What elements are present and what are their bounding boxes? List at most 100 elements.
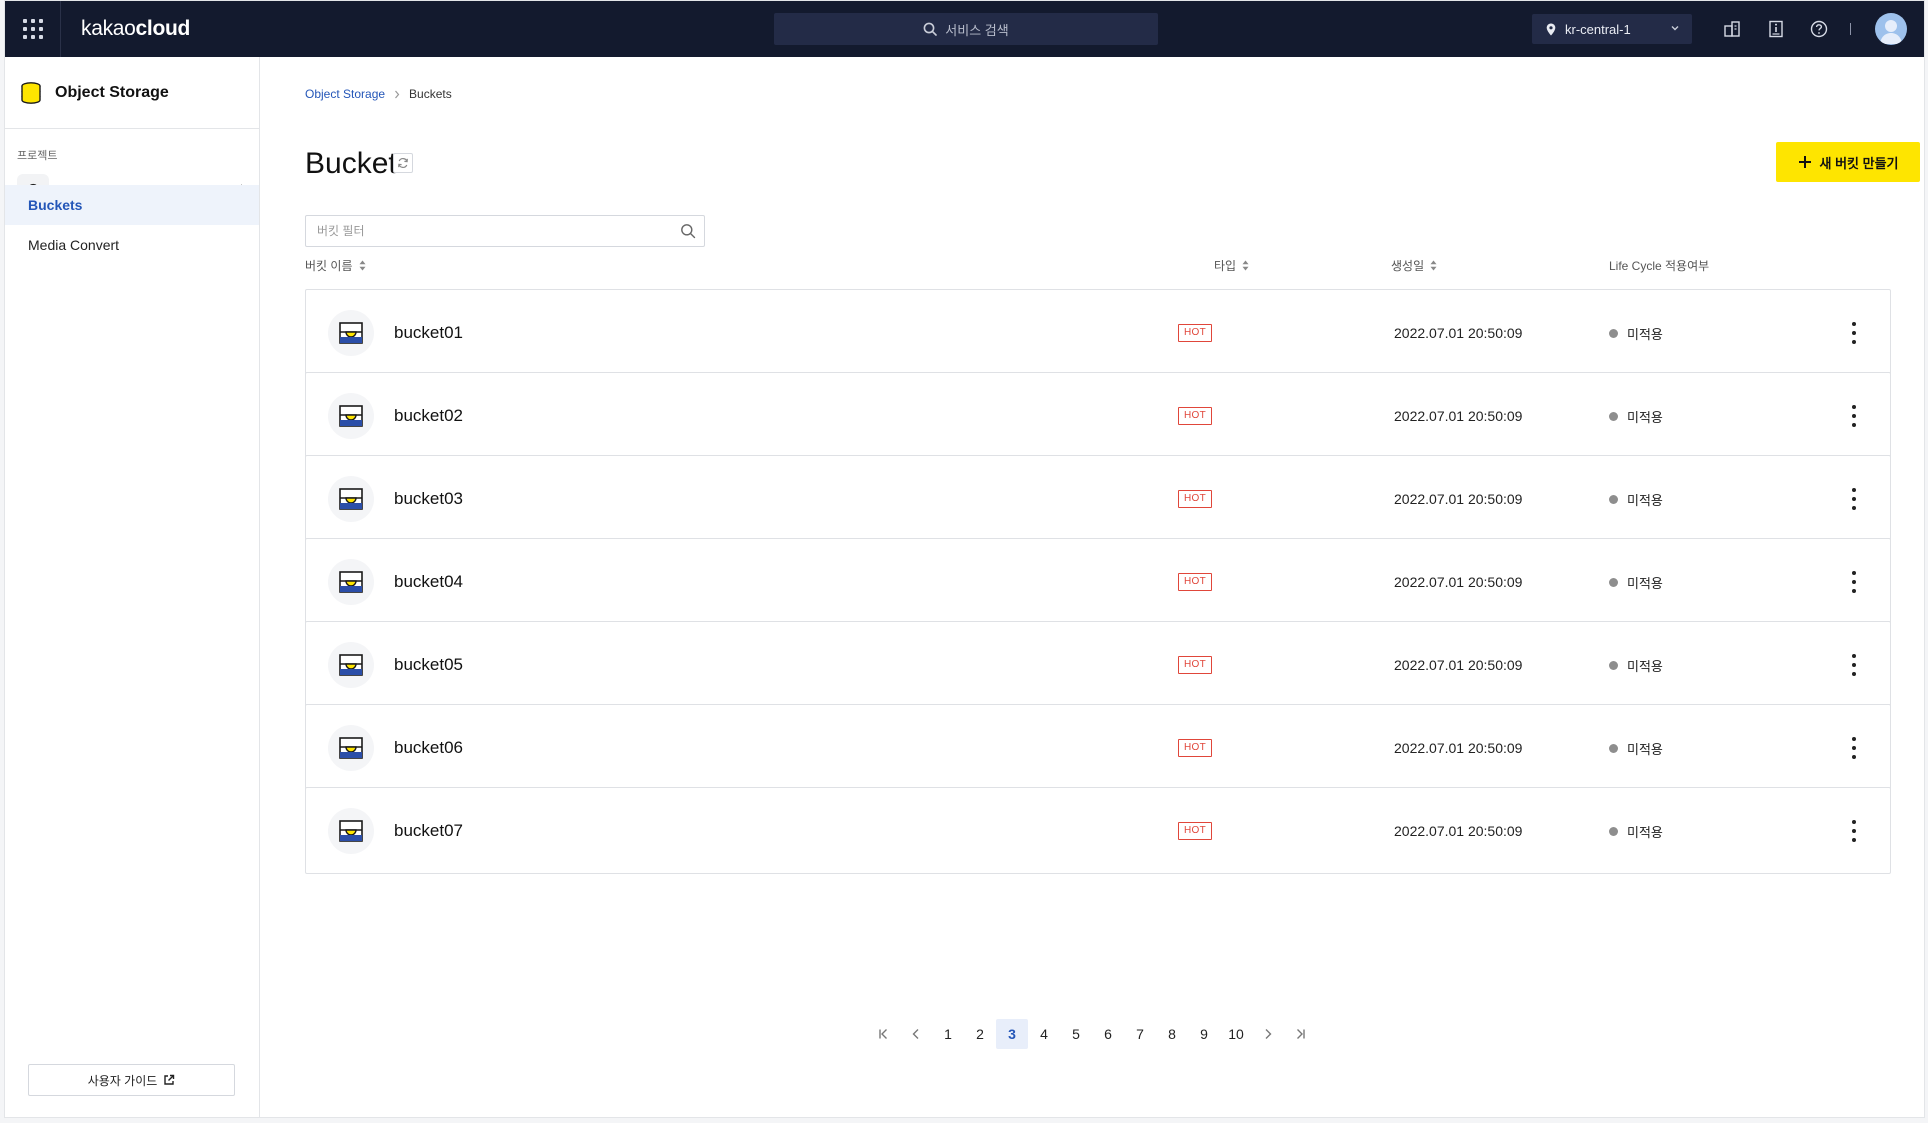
sidebar-item-media-convert[interactable]: Media Convert — [5, 225, 259, 265]
pagination: 1 2 3 4 5 6 7 8 9 10 — [868, 1019, 1316, 1049]
page-8[interactable]: 8 — [1156, 1019, 1188, 1049]
lifecycle-status: 미적용 — [1609, 656, 1663, 675]
column-header-created[interactable]: 생성일 — [1391, 257, 1437, 274]
more-options-icon[interactable] — [1842, 735, 1866, 761]
bucket-icon — [328, 393, 374, 439]
page-3-current[interactable]: 3 — [996, 1019, 1028, 1049]
apps-grid-button[interactable] — [5, 1, 61, 57]
table-row[interactable]: bucket06 HOT 2022.07.01 20:50:09 미적용 — [305, 704, 1891, 791]
status-dot — [1609, 329, 1618, 338]
avatar[interactable] — [1875, 13, 1907, 45]
new-bucket-button[interactable]: 새 버킷 만들기 — [1776, 142, 1920, 182]
brand-logo-bold: cloud — [135, 17, 191, 40]
brand-logo-light: kakao — [81, 17, 136, 40]
bucket-name[interactable]: bucket07 — [394, 821, 463, 841]
page-6[interactable]: 6 — [1092, 1019, 1124, 1049]
more-options-icon[interactable] — [1842, 818, 1866, 844]
bucket-filter — [305, 215, 705, 247]
bucket-name[interactable]: bucket02 — [394, 406, 463, 426]
page-4[interactable]: 4 — [1028, 1019, 1060, 1049]
bucket-name[interactable]: bucket04 — [394, 572, 463, 592]
column-header-name[interactable]: 버킷 이름 — [305, 257, 366, 274]
type-badge: HOT — [1178, 822, 1213, 840]
search-icon[interactable] — [680, 223, 696, 239]
column-header-type-label: 타입 — [1214, 259, 1237, 273]
column-header-type[interactable]: 타입 — [1214, 257, 1249, 274]
lifecycle-label: 미적용 — [1627, 742, 1663, 757]
created-date: 2022.07.01 20:50:09 — [1394, 657, 1523, 673]
more-options-icon[interactable] — [1842, 486, 1866, 512]
bucket-name[interactable]: bucket06 — [394, 738, 463, 758]
page-9[interactable]: 9 — [1188, 1019, 1220, 1049]
page-10[interactable]: 10 — [1220, 1019, 1252, 1049]
user-guide-label: 사용자 가이드 — [87, 1073, 158, 1088]
created-date: 2022.07.01 20:50:09 — [1394, 325, 1523, 341]
lifecycle-label: 미적용 — [1627, 493, 1663, 508]
type-badge: HOT — [1178, 324, 1213, 342]
help-icon[interactable] — [1808, 18, 1830, 40]
info-icon[interactable] — [1765, 18, 1787, 40]
object-storage-icon — [21, 81, 41, 104]
type-badge: HOT — [1178, 739, 1213, 757]
bucket-icon — [328, 725, 374, 771]
table-row[interactable]: bucket05 HOT 2022.07.01 20:50:09 미적용 — [305, 621, 1891, 708]
more-options-icon[interactable] — [1842, 652, 1866, 678]
service-title: Object Storage — [55, 83, 169, 101]
app-window: kakaocloud 서비스 검색 kr-central-1 Object St… — [4, 0, 1925, 1118]
status-dot — [1609, 412, 1618, 421]
refresh-icon — [398, 157, 408, 169]
lifecycle-label: 미적용 — [1627, 659, 1663, 674]
region-selector[interactable]: kr-central-1 — [1532, 14, 1692, 44]
region-label: kr-central-1 — [1565, 21, 1631, 37]
more-options-icon[interactable] — [1842, 320, 1866, 346]
status-dot — [1609, 578, 1618, 587]
lifecycle-label: 미적용 — [1627, 327, 1663, 342]
last-page-icon[interactable] — [1284, 1019, 1316, 1049]
bucket-filter-input[interactable] — [306, 216, 666, 246]
service-search-input[interactable]: 서비스 검색 — [774, 13, 1158, 45]
page-title: Bucket — [305, 147, 397, 180]
column-header-lifecycle-label: Life Cycle 적용여부 — [1609, 259, 1710, 273]
status-dot — [1609, 827, 1618, 836]
lifecycle-status: 미적용 — [1609, 490, 1663, 509]
more-options-icon[interactable] — [1842, 569, 1866, 595]
column-header-created-label: 생성일 — [1391, 259, 1425, 273]
status-dot — [1609, 744, 1618, 753]
brand-logo[interactable]: kakaocloud — [81, 15, 190, 43]
bucket-name[interactable]: bucket01 — [394, 323, 463, 343]
building-icon[interactable] — [1721, 18, 1743, 40]
bucket-name[interactable]: bucket03 — [394, 489, 463, 509]
refresh-button[interactable] — [393, 153, 413, 173]
search-icon — [923, 22, 938, 36]
page-2[interactable]: 2 — [964, 1019, 996, 1049]
status-dot — [1609, 495, 1618, 504]
page-1[interactable]: 1 — [932, 1019, 964, 1049]
column-header-lifecycle: Life Cycle 적용여부 — [1609, 257, 1709, 274]
next-page-icon[interactable] — [1252, 1019, 1284, 1049]
page-7[interactable]: 7 — [1124, 1019, 1156, 1049]
table-row[interactable]: bucket02 HOT 2022.07.01 20:50:09 미적용 — [305, 372, 1891, 459]
lifecycle-label: 미적용 — [1627, 825, 1663, 840]
created-date: 2022.07.01 20:50:09 — [1394, 740, 1523, 756]
external-link-icon — [164, 1074, 175, 1085]
bucket-icon — [328, 310, 374, 356]
table-row[interactable]: bucket01 HOT 2022.07.01 20:50:09 미적용 — [305, 289, 1891, 376]
table-row[interactable]: bucket07 HOT 2022.07.01 20:50:09 미적용 — [305, 787, 1891, 874]
table-row[interactable]: bucket04 HOT 2022.07.01 20:50:09 미적용 — [305, 538, 1891, 625]
apps-grid-icon — [22, 19, 43, 39]
more-options-icon[interactable] — [1842, 403, 1866, 429]
page-5[interactable]: 5 — [1060, 1019, 1092, 1049]
created-date: 2022.07.01 20:50:09 — [1394, 574, 1523, 590]
sidebar-item-buckets[interactable]: Buckets — [5, 185, 259, 225]
type-badge: HOT — [1178, 656, 1213, 674]
sort-icon — [359, 260, 365, 271]
search-placeholder: 서비스 검색 — [945, 22, 1009, 38]
chevron-right-icon — [395, 90, 400, 98]
table-row[interactable]: bucket03 HOT 2022.07.01 20:50:09 미적용 — [305, 455, 1891, 542]
breadcrumb: Object Storage Buckets — [305, 87, 452, 101]
bucket-name[interactable]: bucket05 — [394, 655, 463, 675]
user-guide-button[interactable]: 사용자 가이드 — [28, 1064, 235, 1096]
breadcrumb-object-storage[interactable]: Object Storage — [305, 87, 385, 101]
first-page-icon[interactable] — [868, 1019, 900, 1049]
prev-page-icon[interactable] — [900, 1019, 932, 1049]
